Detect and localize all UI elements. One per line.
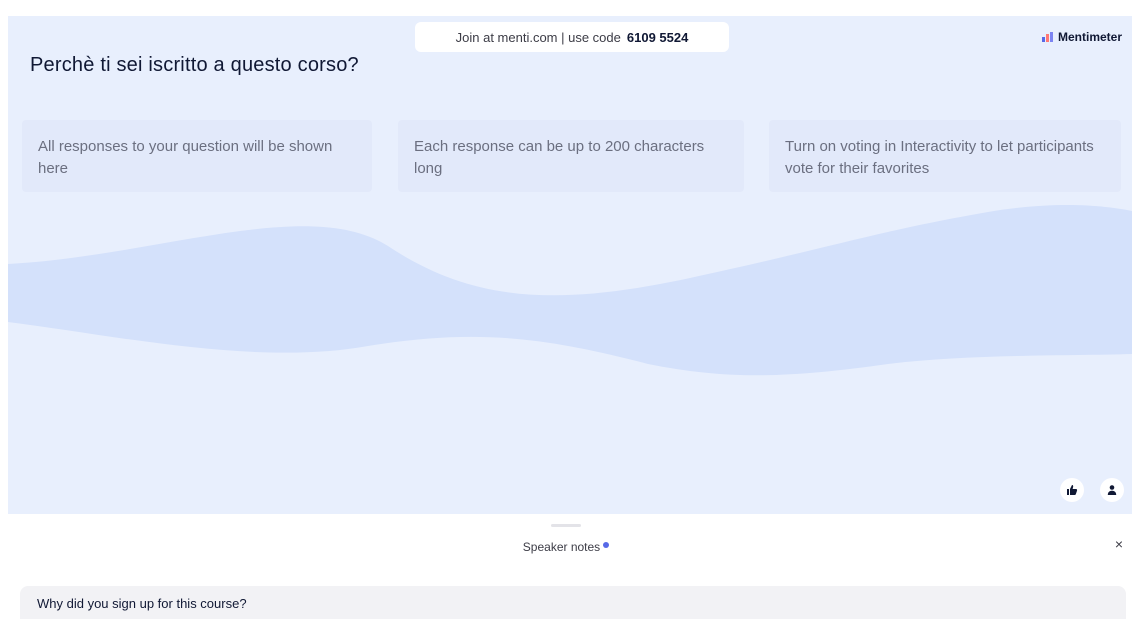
notes-resize-handle[interactable] [551, 524, 581, 527]
join-code: 6109 5524 [626, 29, 689, 45]
slide-preview[interactable]: Join at menti.com | use code 6109 5524 M… [8, 16, 1132, 514]
bar-chart-logo-icon [1041, 32, 1053, 42]
notes-indicator-dot [603, 542, 610, 548]
brand-name: Mentimeter [1057, 30, 1122, 44]
join-instructions: Join at menti.com | use code 6109 5524 [415, 22, 729, 52]
speaker-notes-header: Speaker notes [0, 540, 1132, 554]
join-text: Join at menti.com | use code [455, 29, 621, 45]
question-title[interactable]: Perchè ti sei iscritto a questo corso? [30, 54, 359, 77]
wave-background [8, 204, 1132, 376]
wave-band [8, 204, 1132, 376]
reactions-button[interactable] [1060, 478, 1084, 502]
speaker-notes-label: Speaker notes [522, 540, 601, 554]
speaker-notes-textarea[interactable]: Why did you sign up for this course? [20, 586, 1126, 619]
placeholder-card-2: Each response can be up to 200 character… [398, 120, 744, 192]
participants-button[interactable] [1100, 478, 1124, 502]
person-icon [1107, 485, 1117, 495]
placeholder-card-1: All responses to your question will be s… [22, 120, 372, 192]
close-notes-button[interactable]: × [1110, 535, 1128, 553]
placeholder-card-3: Turn on voting in Interactivity to let p… [769, 120, 1121, 192]
presentation-editor: Join at menti.com | use code 6109 5524 M… [0, 0, 1132, 619]
brand-logo: Mentimeter [1041, 30, 1122, 44]
top-strip [0, 0, 1132, 16]
close-icon: × [1114, 536, 1124, 552]
thumbs-up-icon [1067, 485, 1078, 495]
